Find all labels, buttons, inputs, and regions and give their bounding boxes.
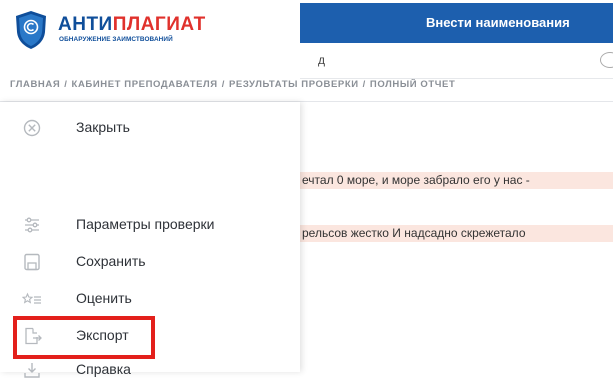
comment-icon[interactable] — [600, 52, 613, 68]
help-highlight-box — [13, 316, 155, 359]
close-circle-icon — [23, 119, 41, 137]
menu-item-check-parameters[interactable]: Параметры проверки — [0, 210, 300, 240]
report-text-line[interactable]: рельсов жестко И надсадно скрежетало — [300, 225, 613, 242]
logo-shield-icon — [16, 11, 46, 49]
report-subheader — [300, 43, 613, 79]
star-rate-icon — [22, 292, 41, 304]
menu-item-save[interactable]: Сохранить — [0, 247, 300, 277]
brand-title-part2: ПЛАГИАТ — [112, 14, 206, 35]
sliders-icon — [25, 217, 39, 233]
breadcrumb-check-results[interactable]: РЕЗУЛЬТАТЫ ПРОВЕРКИ — [229, 79, 359, 90]
breadcrumb-separator: / — [362, 79, 366, 90]
menu-item-label: Закрыть — [76, 119, 130, 135]
add-names-button[interactable]: Внести наименования — [426, 15, 570, 30]
menu-item-label: Сохранить — [76, 253, 146, 269]
breadcrumb-separator: / — [221, 79, 225, 90]
menu-item-label: Оценить — [76, 290, 132, 306]
menu-item-rate[interactable]: Оценить — [0, 284, 300, 314]
brand-subtitle: ОБНАРУЖЕНИЕ ЗАИМСТВОВАНИЙ — [59, 36, 173, 43]
breadcrumb-teacher-cabinet[interactable]: КАБИНЕТ ПРЕПОДАВАТЕЛЯ — [72, 79, 218, 90]
menu-item-close[interactable]: Закрыть — [0, 113, 300, 143]
breadcrumb-full-report: ПОЛНЫЙ ОТЧЕТ — [369, 79, 456, 90]
save-icon — [24, 253, 40, 271]
brand-title[interactable]: АНТИПЛАГИАТ — [58, 14, 206, 36]
menu-item-help[interactable]: Справка — [0, 355, 300, 385]
menu-item-label: Справка — [76, 361, 131, 377]
menu-item-label: Параметры проверки — [76, 216, 215, 232]
report-subheader-text: д — [318, 53, 326, 67]
breadcrumb: ГЛАВНАЯ / КАБИНЕТ ПРЕПОДАВАТЕЛЯ / РЕЗУЛЬТАТЫ… — [10, 79, 455, 90]
breadcrumb-separator: / — [64, 79, 68, 90]
download-icon — [24, 363, 40, 378]
report-text-line[interactable]: ечтал 0 море, и море забрало его у нас - — [300, 172, 613, 189]
brand-title-part1: АНТИ — [58, 14, 113, 35]
breadcrumb-home[interactable]: ГЛАВНАЯ — [10, 79, 60, 90]
